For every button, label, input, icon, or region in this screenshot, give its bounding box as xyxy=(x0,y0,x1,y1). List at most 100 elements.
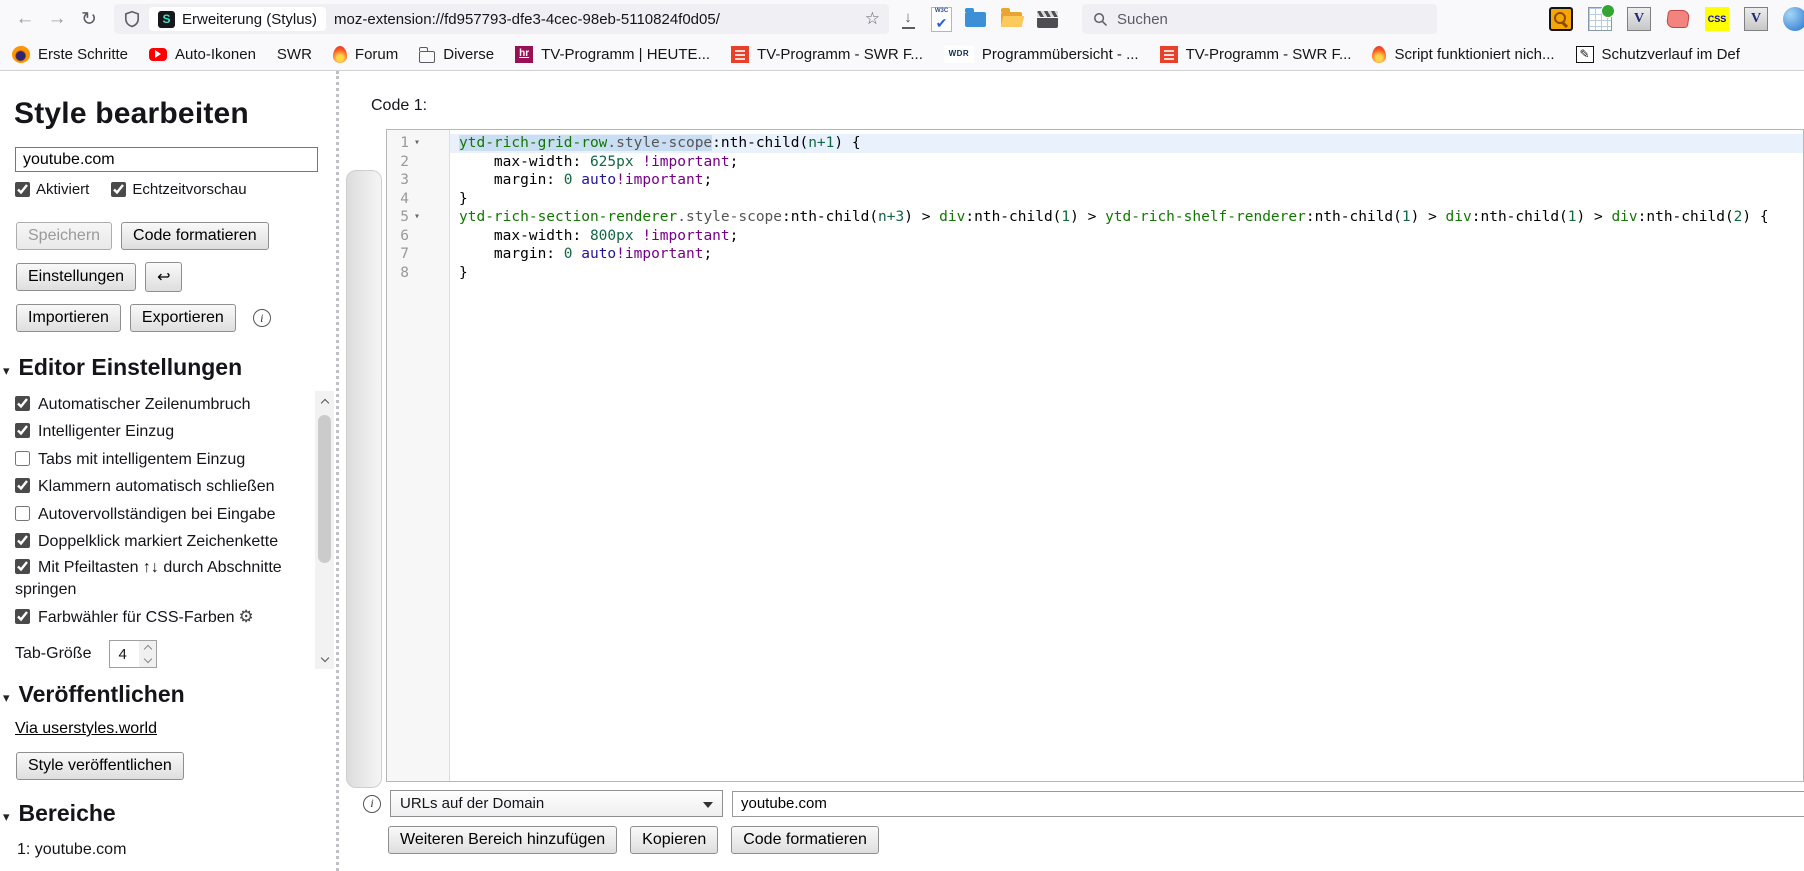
forward-icon[interactable]: → xyxy=(42,4,72,34)
code-line[interactable]: 1▾ytd-rich-grid-row.style-scope:nth-chil… xyxy=(387,134,1803,153)
editor-option[interactable]: Automatischer Zeilenumbruch xyxy=(15,393,292,415)
gear-icon[interactable]: ⚙ xyxy=(239,607,254,626)
tab-size-stepper[interactable]: 4 xyxy=(109,640,157,668)
settings-button[interactable]: Einstellungen xyxy=(16,263,136,291)
option-label: Intelligenter Einzug xyxy=(38,423,174,440)
shield-icon[interactable] xyxy=(123,10,141,28)
stepper-arrows-icon[interactable] xyxy=(139,641,156,667)
url-text[interactable]: moz-extension://fd957793-dfe3-4cec-98eb-… xyxy=(334,11,857,28)
identity-label: Erweiterung (Stylus) xyxy=(182,11,317,28)
back-icon[interactable]: ← xyxy=(10,4,40,34)
domain-input[interactable] xyxy=(732,791,1804,817)
bookmark-icon xyxy=(1372,46,1386,63)
bookmark-item[interactable]: WDR Programmübersicht - ... xyxy=(944,46,1139,63)
validator-v-icon-2[interactable]: V xyxy=(1744,7,1768,31)
code-line[interactable]: 2 max-width: 625px !important; xyxy=(387,153,1803,172)
publish-heading[interactable]: ▾ Veröffentlichen xyxy=(3,681,336,708)
bookmark-label: TV-Programm - SWR F... xyxy=(757,46,923,63)
editor-option[interactable]: Farbwähler für CSS-Farben⚙ xyxy=(15,606,292,628)
bookmark-icon xyxy=(12,46,30,63)
footer-button[interactable]: Kopieren xyxy=(630,826,718,854)
bookmark-item[interactable]: TV-Programm - SWR F... xyxy=(1160,46,1352,63)
panel-scrollbar-thumb[interactable] xyxy=(346,170,382,788)
search-bar[interactable]: Suchen xyxy=(1082,4,1437,34)
bookmark-item[interactable]: Auto-Ikonen xyxy=(149,46,256,63)
bookmark-item[interactable]: Script funktioniert nich... xyxy=(1372,46,1554,63)
fold-arrow-icon[interactable]: ▾ xyxy=(414,208,420,227)
option-label: Klammern automatisch schließen xyxy=(38,478,275,495)
bookmarks-bar: Erste Schritte Auto-Ikonen SWR Forum xyxy=(0,38,1804,71)
bookmark-item[interactable]: Forum xyxy=(333,46,398,63)
toggle-checkbox[interactable]: Echtzeitvorschau xyxy=(111,181,246,198)
bookmarks-folder-icon[interactable] xyxy=(962,6,988,32)
footer-button[interactable]: Code formatieren xyxy=(731,826,879,854)
browser-window: ← → ↻ S Erweiterung (Stylus) moz-extensi… xyxy=(0,0,1804,871)
url-bar[interactable]: S Erweiterung (Stylus) moz-extension://f… xyxy=(114,4,889,34)
editor-option[interactable]: Autovervollständigen bei Eingabe xyxy=(15,503,292,525)
apply-to-select[interactable]: URLs auf der Domain xyxy=(390,790,723,817)
scrollbar-thumb[interactable] xyxy=(318,415,331,563)
section-jump-list: 1: youtube.com xyxy=(0,841,336,859)
panel-resizer-handle[interactable] xyxy=(336,71,343,871)
code-line[interactable]: 6 max-width: 800px !important; xyxy=(387,227,1803,246)
format-code-button[interactable]: Code formatieren xyxy=(121,222,269,250)
save-button[interactable]: Speichern xyxy=(16,222,112,250)
identity-pill[interactable]: S Erweiterung (Stylus) xyxy=(149,7,326,31)
bookmark-item[interactable]: ✎ Schutzverlauf im Def xyxy=(1576,46,1740,63)
bookmark-item[interactable]: TV-Programm - SWR F... xyxy=(731,46,923,63)
page-title: Style bearbeiten xyxy=(14,97,336,131)
sections-heading[interactable]: ▾ Bereiche xyxy=(3,800,336,827)
export-button[interactable]: Exportieren xyxy=(130,304,236,332)
style-name-input[interactable] xyxy=(15,147,318,172)
footer-button[interactable]: Weiteren Bereich hinzufügen xyxy=(388,826,617,854)
clipped-edge-icon[interactable] xyxy=(1783,7,1804,31)
import-button[interactable]: Importieren xyxy=(16,304,121,332)
bookmark-item[interactable]: hr TV-Programm | HEUTE... xyxy=(515,46,710,63)
sidebar-scrollbar[interactable] xyxy=(315,391,334,669)
tab-size-label: Tab-Größe xyxy=(15,645,91,663)
toggle-checkbox[interactable]: Aktiviert xyxy=(15,181,89,198)
editor-option[interactable]: Tabs mit intelligentem Einzug xyxy=(15,448,292,470)
scroll-down-icon[interactable] xyxy=(315,649,334,669)
downloads-icon[interactable]: ↓ xyxy=(895,6,921,32)
bookmark-item[interactable]: Diverse xyxy=(419,46,494,63)
collapse-arrow-icon: ▾ xyxy=(3,809,10,825)
table-check-icon[interactable] xyxy=(1588,7,1612,31)
code-line[interactable]: 7 margin: 0 auto!important; xyxy=(387,245,1803,264)
open-folder-icon[interactable] xyxy=(998,6,1024,32)
line-gutter: 6 xyxy=(387,227,450,246)
back-to-manage-button[interactable]: ↩ xyxy=(145,262,182,292)
reload-icon[interactable]: ↻ xyxy=(74,4,104,34)
bookmark-item[interactable]: SWR xyxy=(277,46,312,63)
validator-v-icon[interactable]: V xyxy=(1627,7,1651,31)
script-scroll-icon[interactable] xyxy=(1666,7,1690,31)
editor-option[interactable]: Mit Pfeiltasten ↑↓ durch Abschnitte spri… xyxy=(15,558,292,601)
userstyles-world-link[interactable]: Via userstyles.world xyxy=(15,720,157,738)
search-placeholder: Suchen xyxy=(1117,11,1168,28)
editor-option[interactable]: Intelligenter Einzug xyxy=(15,420,292,442)
editor-option[interactable]: Klammern automatisch schließen xyxy=(15,475,292,497)
fold-arrow-icon[interactable]: ▾ xyxy=(414,134,420,153)
info-icon[interactable]: i xyxy=(363,795,381,813)
bookmark-star-icon[interactable]: ☆ xyxy=(865,9,880,29)
info-icon[interactable]: i xyxy=(253,309,271,327)
code-line[interactable]: 8} xyxy=(387,264,1803,283)
editor-settings-heading[interactable]: ▾ Editor Einstellungen xyxy=(3,354,336,381)
code-line[interactable]: 4} xyxy=(387,190,1803,209)
editor-option[interactable]: Doppelklick markiert Zeichenkette xyxy=(15,530,292,552)
code-line[interactable]: 5▾ytd-rich-section-renderer.style-scope:… xyxy=(387,208,1803,227)
media-clapper-icon[interactable] xyxy=(1034,6,1060,32)
section-jump-item[interactable]: 1: youtube.com xyxy=(17,841,336,859)
code-editor[interactable]: 1▾ytd-rich-grid-row.style-scope:nth-chil… xyxy=(386,129,1804,782)
w3c-validator-icon[interactable]: W3C ✔ xyxy=(931,7,952,32)
site-lookup-icon[interactable] xyxy=(1549,7,1573,31)
bookmark-icon: hr xyxy=(515,46,533,63)
bookmark-item[interactable]: Erste Schritte xyxy=(12,46,128,63)
publish-style-button[interactable]: Style veröffentlichen xyxy=(16,752,184,780)
code-line[interactable]: 3 margin: 0 auto!important; xyxy=(387,171,1803,190)
scroll-up-icon[interactable] xyxy=(315,391,334,411)
option-label: Automatischer Zeilenumbruch xyxy=(38,396,251,413)
stylus-sidebar: Style bearbeiten Aktiviert Echtzeitvorsc… xyxy=(0,71,336,871)
toggle-label: Echtzeitvorschau xyxy=(132,181,246,198)
css-badge-icon[interactable]: CSS xyxy=(1705,7,1729,31)
